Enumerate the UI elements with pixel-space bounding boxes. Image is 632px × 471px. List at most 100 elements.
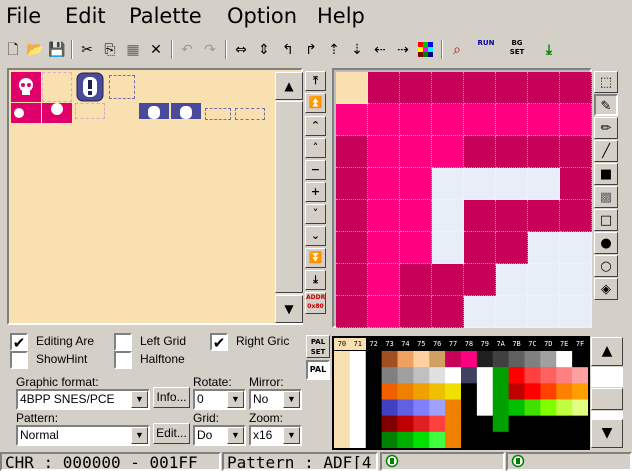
palette-swatch[interactable] (524, 399, 541, 417)
page-up-fast-icon[interactable]: ⏫ (305, 93, 326, 113)
pixel-cell[interactable] (464, 136, 496, 168)
palette-swatch[interactable] (334, 399, 351, 417)
palette-swatch[interactable] (381, 383, 399, 400)
pixel-grid[interactable] (336, 72, 592, 328)
redo-icon[interactable]: ↷ (199, 38, 221, 60)
palette-swatch[interactable] (540, 367, 557, 384)
pixel-cell[interactable] (432, 72, 464, 104)
pixel-cell[interactable] (400, 72, 432, 104)
palette-swatch[interactable] (349, 399, 367, 417)
palette-swatch[interactable] (572, 351, 588, 368)
editing-area-checkbox[interactable]: ✔ (10, 333, 28, 351)
tile-empty[interactable] (109, 75, 135, 99)
pixel-cell[interactable] (400, 136, 432, 168)
pixel-cell[interactable] (464, 264, 496, 296)
tile-exclamation[interactable] (75, 72, 105, 102)
palette-panel[interactable]: 70 71 72 73 74 75 76 77 78 79 7A 7B 7C 7D 7E 7F (332, 336, 590, 450)
open-icon[interactable]: 📂 (24, 38, 46, 60)
palette-swatch[interactable] (381, 431, 399, 448)
pixel-cell[interactable] (496, 104, 528, 136)
fill-tool-icon[interactable]: ◈ (594, 278, 618, 300)
palette-swatch[interactable] (445, 351, 462, 368)
pal-set-button[interactable]: PAL SET (306, 335, 330, 358)
palette-swatch[interactable] (556, 383, 573, 400)
shift-left-icon[interactable]: ⇠ (369, 38, 391, 60)
line-tool-icon[interactable]: ╱ (594, 140, 618, 162)
palette-swatch[interactable] (349, 367, 367, 384)
pixel-cell[interactable] (368, 296, 400, 328)
pixel-editor[interactable] (332, 68, 592, 328)
palette-swatch[interactable] (572, 367, 588, 384)
palette-swatch[interactable] (413, 351, 430, 368)
palette-swatch[interactable] (445, 383, 462, 400)
pixel-cell[interactable] (336, 168, 368, 200)
pixel-cell[interactable] (496, 72, 528, 104)
palette-swatch[interactable] (397, 399, 414, 417)
palette-swatch[interactable] (429, 367, 446, 384)
right-grid-checkbox[interactable]: ✔ (210, 333, 228, 351)
pixel-cell[interactable] (528, 168, 560, 200)
pixel-cell[interactable] (496, 136, 528, 168)
save-icon[interactable]: 💾 (46, 38, 68, 60)
halftone-checkbox[interactable] (114, 351, 132, 369)
palette-swatch[interactable] (508, 367, 526, 384)
palette-swatch[interactable] (492, 351, 510, 368)
pixel-cell[interactable] (400, 296, 432, 328)
shift-down-icon[interactable]: ⇣ (346, 38, 368, 60)
palette-swatch[interactable] (508, 399, 526, 417)
tile-scrollbar[interactable]: ▲ ▼ (275, 72, 303, 323)
palette-swatch[interactable] (381, 367, 399, 384)
dither-tool-icon[interactable]: ▩ (594, 186, 618, 208)
palette-swatch[interactable] (476, 383, 494, 400)
palette-swatch[interactable] (429, 351, 446, 368)
tile-empty[interactable] (205, 108, 231, 120)
pixel-cell[interactable] (560, 296, 592, 328)
palette-swatch[interactable] (524, 367, 541, 384)
pixel-cell[interactable] (336, 232, 368, 264)
tile-block[interactable] (139, 103, 169, 119)
shift-up-icon[interactable]: ⇡ (323, 38, 345, 60)
pixel-cell[interactable] (528, 232, 560, 264)
pixel-cell[interactable] (560, 72, 592, 104)
flip-horizontal-icon[interactable]: ⇔ (230, 38, 252, 60)
rotate-right-icon[interactable]: ↱ (300, 38, 322, 60)
graphic-format-select[interactable]: 4BPP SNES/PCE ▼ (16, 389, 150, 410)
filled-circle-tool-icon[interactable]: ● (594, 232, 618, 254)
pixel-cell[interactable] (464, 168, 496, 200)
palette-swatch[interactable] (461, 351, 478, 368)
pixel-cell[interactable] (368, 136, 400, 168)
palette-swatch[interactable] (413, 431, 430, 448)
select-tool-icon[interactable]: ⬚ (594, 71, 618, 93)
plus-icon[interactable]: + (305, 182, 326, 202)
palette-up-arrow-icon[interactable]: ▲ (591, 337, 623, 366)
pixel-cell[interactable] (496, 296, 528, 328)
pixel-cell[interactable] (496, 200, 528, 232)
pixel-cell[interactable] (528, 136, 560, 168)
palette-swatch[interactable] (413, 367, 430, 384)
copy-icon[interactable]: ⎘ (99, 38, 121, 60)
palette-swatch[interactable] (524, 431, 541, 448)
palette-swatch[interactable] (476, 351, 494, 368)
palette-swatch[interactable] (381, 399, 399, 417)
edit-pattern-button[interactable]: Edit... (153, 423, 190, 444)
rect-tool-icon[interactable]: □ (594, 209, 618, 231)
palette-swatch[interactable] (572, 415, 588, 433)
pixel-cell[interactable] (560, 264, 592, 296)
tile-skull-lower[interactable] (11, 103, 41, 123)
palette-swatch[interactable] (540, 383, 557, 400)
palette-swatch[interactable] (365, 431, 383, 448)
palette-swatch[interactable] (397, 431, 414, 448)
pixel-cell[interactable] (464, 200, 496, 232)
pixel-cell[interactable] (336, 72, 368, 104)
rotate-select[interactable]: 0 ▼ (193, 389, 246, 410)
palette-swatch[interactable] (349, 415, 367, 433)
tile-block[interactable] (171, 103, 201, 119)
pixel-cell[interactable] (496, 264, 528, 296)
palette-swatch[interactable] (572, 383, 588, 400)
pixel-cell[interactable] (560, 232, 592, 264)
palette-swatch[interactable] (492, 383, 510, 400)
find-icon[interactable]: ⌕ (446, 38, 468, 60)
pixel-cell[interactable] (368, 264, 400, 296)
pixel-cell[interactable] (368, 168, 400, 200)
palette-swatch[interactable] (461, 431, 478, 448)
